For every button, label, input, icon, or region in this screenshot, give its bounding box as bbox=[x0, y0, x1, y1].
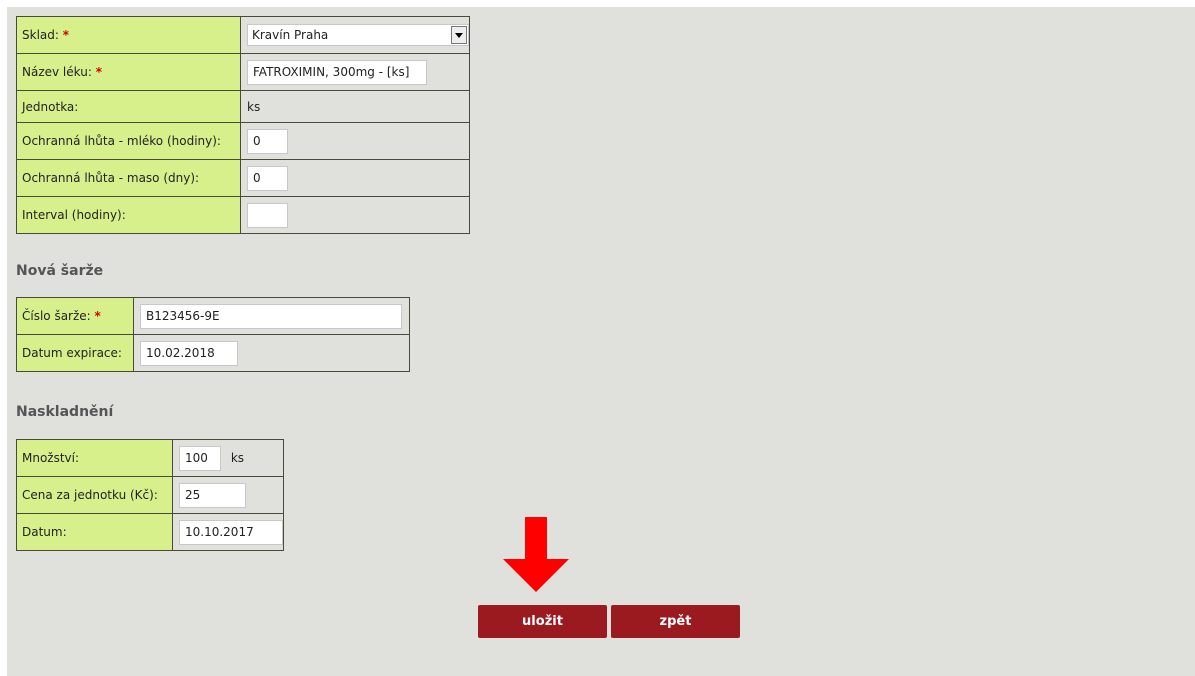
jednotka-label-cell: Jednotka: bbox=[16, 90, 241, 123]
sklad-label-cell: Sklad: * bbox=[16, 16, 241, 54]
nazev-value-cell: FATROXIMIN, 300mg - [ks] bbox=[240, 53, 470, 91]
sklad-select[interactable]: Kravín Praha bbox=[247, 24, 469, 46]
lhuta-maso-input[interactable]: 0 bbox=[247, 165, 288, 191]
interval-input[interactable] bbox=[247, 202, 288, 228]
interval-label: Interval (hodiny): bbox=[22, 208, 126, 222]
expirace-value-cell: 10.02.2018 bbox=[133, 334, 410, 372]
cislo-label-cell: Číslo šarže: * bbox=[16, 297, 134, 335]
required-marker: * bbox=[94, 309, 101, 323]
nazev-label: Název léku: bbox=[22, 65, 92, 79]
nazev-input[interactable]: FATROXIMIN, 300mg - [ks] bbox=[247, 59, 427, 85]
expirace-label: Datum expirace: bbox=[22, 346, 122, 360]
sklad-label: Sklad: bbox=[22, 28, 59, 42]
lhuta-mleko-label: Ochranná lhůta - mléko (hodiny): bbox=[22, 134, 221, 148]
lhuta-mleko-value-cell: 0 bbox=[240, 122, 470, 160]
interval-value-cell bbox=[240, 196, 470, 234]
expirace-input[interactable]: 10.02.2018 bbox=[140, 340, 238, 366]
lhuta-mleko-label-cell: Ochranná lhůta - mléko (hodiny): bbox=[16, 122, 241, 160]
datum-value-cell: 10.10.2017 bbox=[172, 513, 284, 551]
batch-heading: Nová šarže bbox=[16, 263, 104, 279]
save-button[interactable]: uložit bbox=[478, 605, 607, 638]
mnozstvi-unit: ks bbox=[230, 450, 245, 465]
cislo-value-cell: B123456-9E bbox=[133, 297, 410, 335]
lhuta-mleko-input[interactable]: 0 bbox=[247, 128, 288, 154]
cislo-label: Číslo šarže: bbox=[22, 309, 91, 323]
datum-label: Datum: bbox=[22, 525, 67, 539]
back-button[interactable]: zpět bbox=[611, 605, 740, 638]
required-marker: * bbox=[95, 65, 102, 79]
lhuta-maso-label-cell: Ochranná lhůta - maso (dny): bbox=[16, 159, 241, 197]
nazev-label-cell: Název léku: * bbox=[16, 53, 241, 91]
mnozstvi-value-cell: 100 ks bbox=[172, 439, 284, 477]
cislo-input[interactable]: B123456-9E bbox=[140, 303, 402, 329]
cena-value-cell: 25 bbox=[172, 476, 284, 514]
datum-input[interactable]: 10.10.2017 bbox=[179, 519, 283, 545]
cena-input[interactable]: 25 bbox=[179, 482, 246, 508]
jednotka-value-cell: ks bbox=[240, 90, 470, 123]
chevron-down-icon[interactable] bbox=[451, 26, 467, 44]
datum-label-cell: Datum: bbox=[16, 513, 173, 551]
mnozstvi-label: Množství: bbox=[22, 451, 80, 465]
expirace-label-cell: Datum expirace: bbox=[16, 334, 134, 372]
stock-form-table: Množství: 100 ks Cena za jednotku (Kč): … bbox=[16, 439, 284, 551]
jednotka-value: ks bbox=[247, 99, 261, 114]
cena-label-cell: Cena za jednotku (Kč): bbox=[16, 476, 173, 514]
sklad-value-cell: Kravín Praha bbox=[240, 16, 470, 54]
lhuta-maso-value-cell: 0 bbox=[240, 159, 470, 197]
jednotka-label: Jednotka: bbox=[22, 99, 79, 114]
mnozstvi-input[interactable]: 100 bbox=[179, 445, 221, 471]
red-arrow-icon bbox=[503, 517, 569, 592]
required-marker: * bbox=[62, 28, 70, 42]
mnozstvi-label-cell: Množství: bbox=[16, 439, 173, 477]
cena-label: Cena za jednotku (Kč): bbox=[22, 488, 158, 502]
stock-heading: Naskladnění bbox=[16, 404, 114, 420]
interval-label-cell: Interval (hodiny): bbox=[16, 196, 241, 234]
sklad-select-value: Kravín Praha bbox=[252, 28, 329, 42]
batch-form-table: Číslo šarže: * B123456-9E Datum expirace… bbox=[16, 297, 410, 372]
medicine-form-table: Sklad: * Kravín Praha Název léku: * FATR… bbox=[16, 16, 470, 234]
lhuta-maso-label: Ochranná lhůta - maso (dny): bbox=[22, 171, 200, 185]
